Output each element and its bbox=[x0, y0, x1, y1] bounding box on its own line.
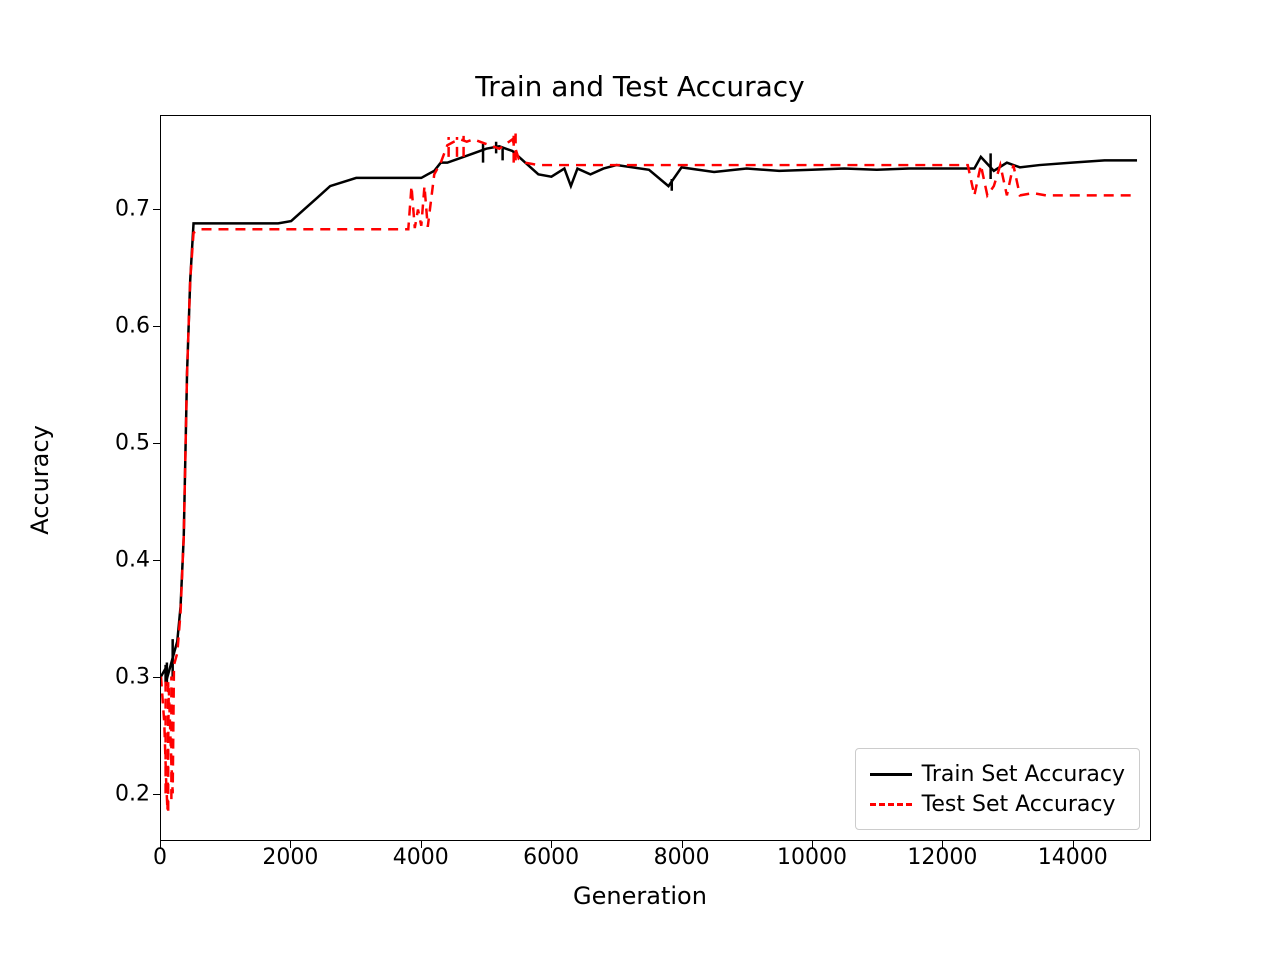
x-tick-label: 10000 bbox=[777, 845, 847, 870]
x-axis-label: Generation bbox=[0, 882, 1280, 910]
legend-label-test: Test Set Accuracy bbox=[922, 792, 1116, 817]
legend-swatch-test bbox=[870, 803, 912, 806]
x-tick-label: 12000 bbox=[907, 845, 977, 870]
y-tick-label: 0.2 bbox=[115, 782, 150, 807]
chart-title: Train and Test Accuracy bbox=[0, 70, 1280, 103]
y-tick-label: 0.6 bbox=[115, 313, 150, 338]
plot-area bbox=[160, 115, 1151, 841]
legend-swatch-train bbox=[870, 773, 912, 776]
y-tick-label: 0.4 bbox=[115, 547, 150, 572]
y-axis-label: Accuracy bbox=[26, 425, 54, 535]
legend-item-test: Test Set Accuracy bbox=[870, 789, 1125, 819]
plot-svg bbox=[161, 116, 1150, 840]
legend-item-train: Train Set Accuracy bbox=[870, 759, 1125, 789]
chart-figure: Train and Test Accuracy Accuracy Generat… bbox=[0, 0, 1280, 960]
x-tick-label: 0 bbox=[153, 845, 167, 870]
legend: Train Set Accuracy Test Set Accuracy bbox=[855, 748, 1140, 830]
x-tick-label: 8000 bbox=[654, 845, 710, 870]
x-tick-label: 2000 bbox=[262, 845, 318, 870]
x-tick-label: 6000 bbox=[523, 845, 579, 870]
legend-label-train: Train Set Accuracy bbox=[922, 762, 1125, 787]
x-tick-label: 4000 bbox=[393, 845, 449, 870]
y-tick-label: 0.5 bbox=[115, 430, 150, 455]
y-tick-label: 0.7 bbox=[115, 196, 150, 221]
x-tick-label: 14000 bbox=[1038, 845, 1108, 870]
y-tick-label: 0.3 bbox=[115, 665, 150, 690]
